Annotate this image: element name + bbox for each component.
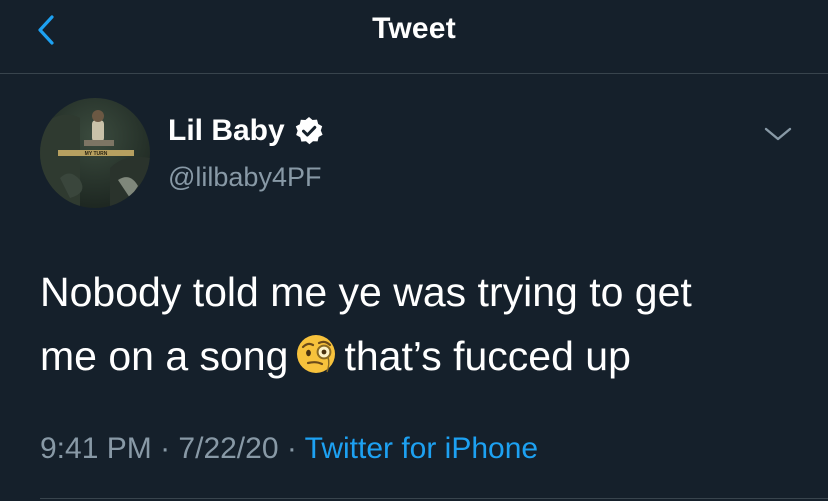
tweet-text-line-2: me on a song that’s fucced up	[40, 324, 800, 388]
more-options-button[interactable]	[760, 122, 796, 146]
meta-separator: ·	[286, 432, 297, 465]
album-cover-image: MY TURN	[40, 98, 150, 208]
author-display-name[interactable]: Lil Baby	[168, 114, 285, 148]
tweet-text: Nobody told me ye was trying to get me o…	[40, 260, 800, 388]
tweet-detail: MY TURN Lil Baby @lilbaby4PF Nobody told…	[0, 74, 828, 501]
author-name-row[interactable]: Lil Baby	[168, 114, 325, 148]
avatar[interactable]: MY TURN	[40, 98, 150, 208]
divider	[40, 498, 828, 499]
tweet-text-line-1: Nobody told me ye was trying to get	[40, 269, 692, 315]
meta-separator: ·	[160, 432, 171, 465]
tweet-meta: 9:41 PM · 7/22/20 · Twitter for iPhone	[40, 432, 538, 466]
top-bar: Tweet	[0, 0, 828, 74]
avatar-logo-text: MY TURN	[85, 151, 108, 157]
tweet-date: 7/22/20	[178, 432, 279, 465]
verified-badge-icon	[293, 115, 325, 147]
tweet-source-link[interactable]: Twitter for iPhone	[305, 432, 538, 465]
tweet-text-segment-1: me on a song	[40, 333, 289, 379]
tweet-time: 9:41 PM	[40, 432, 152, 465]
page-title: Tweet	[372, 12, 456, 45]
chevron-down-icon	[764, 127, 792, 141]
face-with-monocle-icon	[294, 330, 338, 374]
tweet-text-segment-2: that’s fucced up	[344, 333, 631, 379]
author-handle[interactable]: @lilbaby4PF	[168, 162, 321, 193]
